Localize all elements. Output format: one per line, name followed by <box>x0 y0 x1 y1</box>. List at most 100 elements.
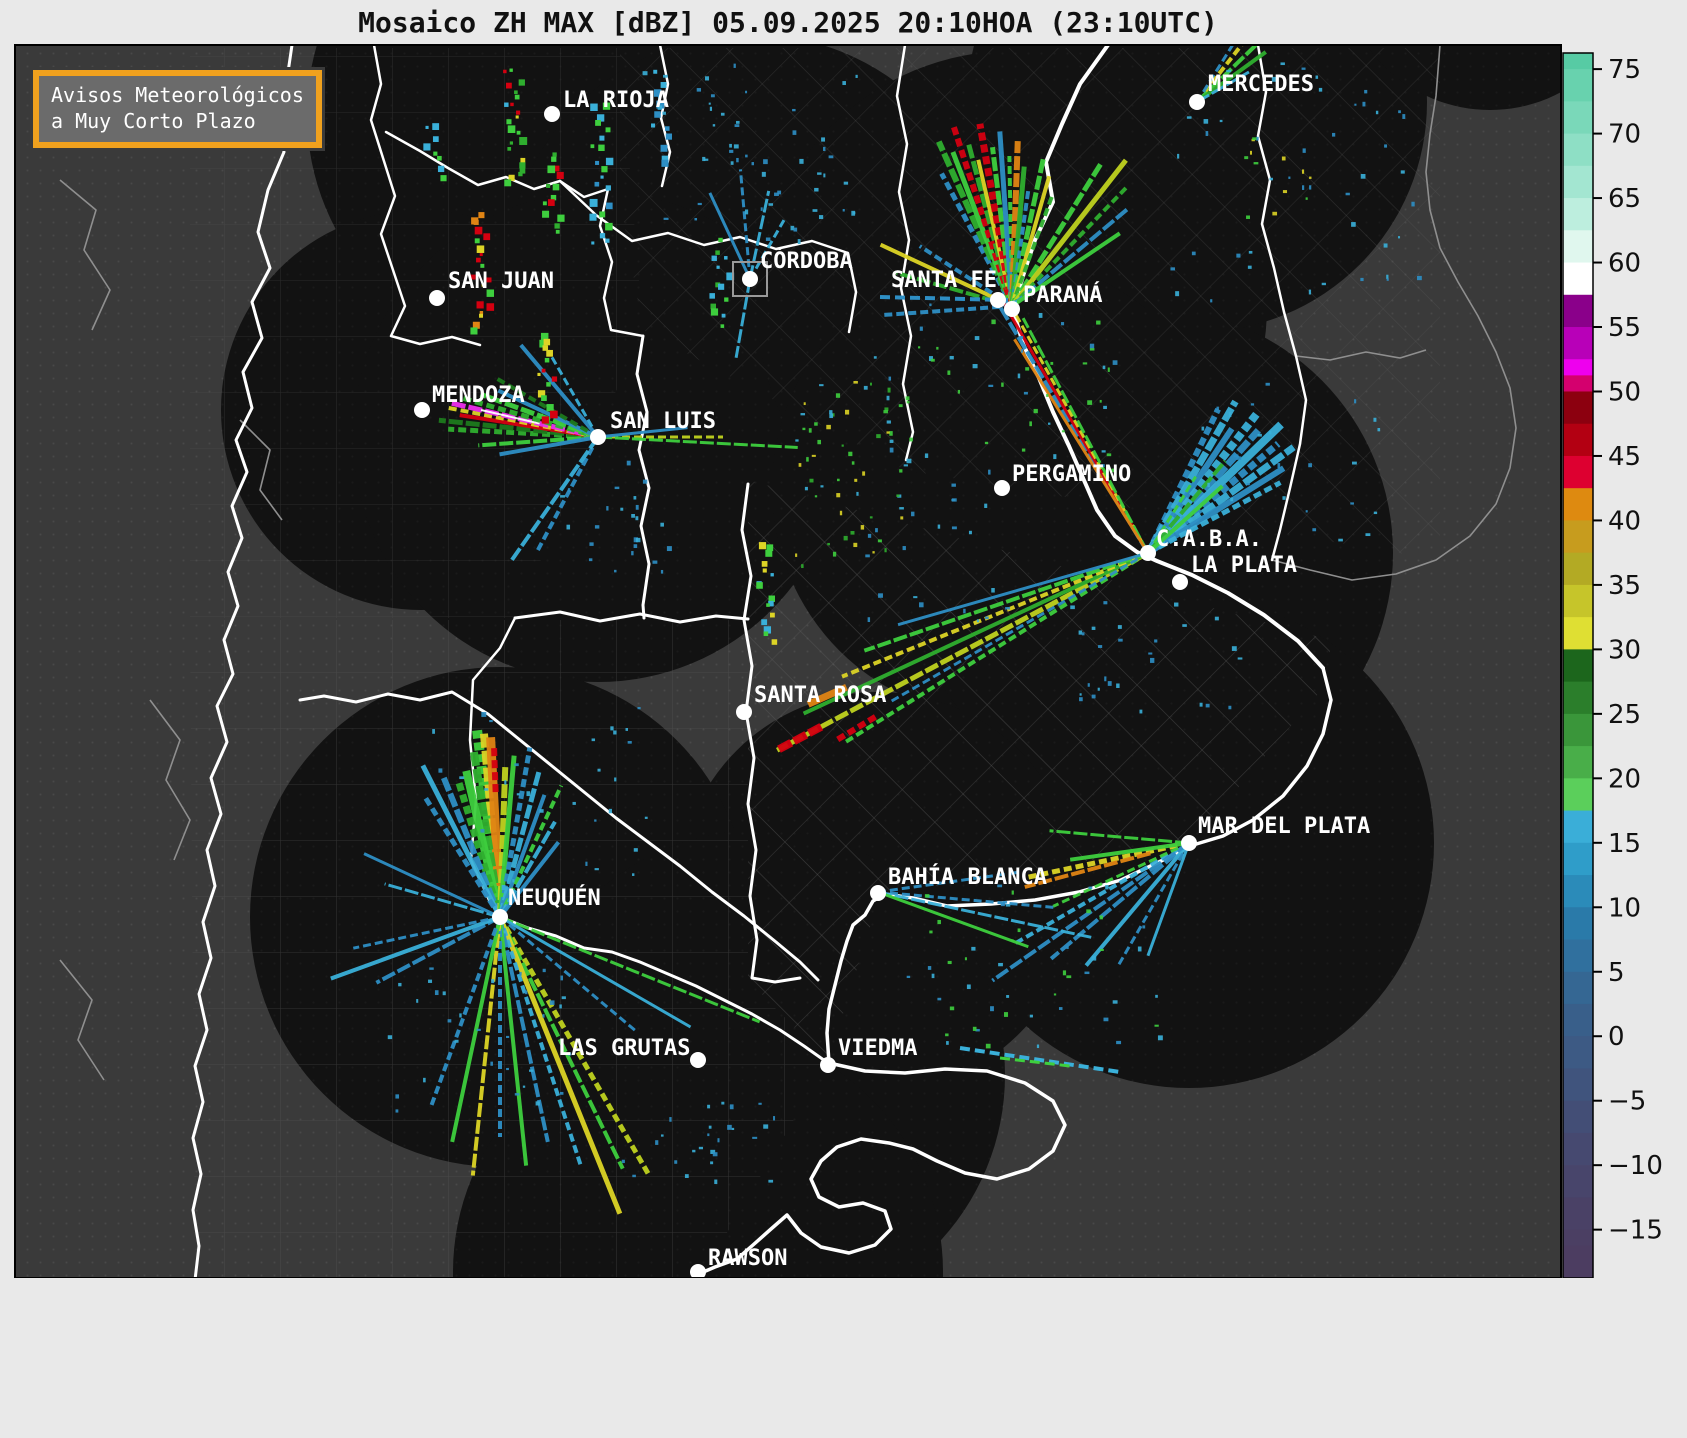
radar-speck <box>709 1126 712 1129</box>
radar-speck <box>836 493 840 497</box>
colorbar-segment <box>1563 649 1593 682</box>
colorbar-tick-label: 20 <box>1608 764 1641 794</box>
colorbar-segment <box>1563 1165 1593 1198</box>
radar-speck <box>819 215 823 219</box>
storm-cell <box>545 358 550 363</box>
city-dot <box>492 909 508 925</box>
radar-speck <box>990 1006 994 1011</box>
storm-cell <box>556 230 560 234</box>
radar-speck <box>937 998 941 1001</box>
city-dot <box>994 480 1010 496</box>
radar-speck <box>1365 533 1370 536</box>
colorbar-segment <box>1563 1068 1593 1101</box>
radar-speck <box>1283 190 1287 193</box>
radar-speck <box>1384 144 1387 147</box>
radar-speck <box>655 1140 658 1145</box>
radar-speck <box>1030 1015 1033 1018</box>
radar-speck <box>900 516 903 519</box>
storm-cell <box>557 172 564 179</box>
radar-speck <box>388 1035 392 1039</box>
radar-speck <box>506 1068 509 1070</box>
storm-cell <box>651 123 655 127</box>
city-dot <box>1004 301 1020 317</box>
radar-speck <box>1021 349 1023 353</box>
radar-speck <box>903 546 906 550</box>
radar-speck <box>589 558 592 561</box>
radar-speck <box>1100 400 1102 403</box>
radar-speck <box>1048 423 1050 425</box>
storm-cell <box>595 182 600 187</box>
radar-speck <box>734 64 736 68</box>
radar-speck <box>1248 266 1252 269</box>
radar-speck <box>1270 178 1273 181</box>
radar-speck <box>1361 174 1366 179</box>
storm-cell <box>483 233 490 240</box>
radar-speck <box>416 999 418 1003</box>
radar-speck <box>1258 434 1262 437</box>
radar-speck <box>490 1062 493 1066</box>
radar-speck <box>984 504 987 508</box>
radar-speck <box>948 961 952 964</box>
city-label: SANTA FE <box>891 268 997 293</box>
radar-speck <box>951 484 955 487</box>
radar-speck <box>713 124 715 126</box>
radar-speck <box>523 1086 525 1088</box>
city-label: BAHÍA BLANCA <box>888 864 1047 890</box>
radar-speck <box>598 769 601 772</box>
storm-cell <box>480 253 483 256</box>
radar-speck <box>1103 366 1106 369</box>
radar-speck <box>870 383 872 386</box>
radar-speck <box>977 619 979 622</box>
colorbar-tick-label: 15 <box>1608 829 1641 859</box>
radar-speck <box>730 1104 734 1109</box>
radar-speck <box>853 212 855 215</box>
storm-cell <box>764 631 769 636</box>
radar-speck <box>550 1000 555 1005</box>
radar-speck <box>1250 151 1252 155</box>
radar-speck <box>1182 624 1187 627</box>
radar-speck <box>1246 215 1250 218</box>
radar-speck <box>568 488 570 492</box>
colorbar-tick-label: 60 <box>1608 249 1641 279</box>
storm-cell <box>589 214 596 221</box>
storm-cell <box>605 239 609 243</box>
radar-speck <box>853 381 857 384</box>
radar-speck <box>920 327 923 331</box>
radar-speck <box>890 440 894 443</box>
radar-speck <box>1105 885 1108 889</box>
radar-speck <box>1004 1012 1008 1017</box>
radar-speck <box>1108 681 1112 686</box>
radar-speck <box>1025 367 1029 370</box>
storm-cell <box>722 314 726 318</box>
radar-speck <box>1018 928 1021 932</box>
radar-speck <box>1398 110 1401 113</box>
radar-speck <box>991 320 995 325</box>
radar-speck <box>1354 399 1356 403</box>
radar-speck <box>945 1033 948 1036</box>
radar-speck <box>777 191 781 195</box>
radar-speck <box>890 448 894 453</box>
radar-speck <box>1019 336 1023 339</box>
radar-speck <box>805 487 808 490</box>
radar-speck <box>585 862 587 866</box>
radar-speck <box>702 157 705 161</box>
radar-speck <box>727 1125 732 1130</box>
radar-speck <box>1402 114 1405 119</box>
radar-speck <box>1238 657 1243 659</box>
radar-speck <box>1202 427 1205 431</box>
colorbar-tick-label: 5 <box>1608 958 1625 988</box>
radar-speck <box>1229 412 1232 417</box>
radar-speck <box>1103 1018 1108 1022</box>
radar-speck <box>1256 137 1259 141</box>
radar-speck <box>929 303 931 306</box>
colorbar-segment <box>1563 1197 1593 1230</box>
radar-speck <box>1302 68 1306 70</box>
radar-speck <box>1063 970 1066 975</box>
radar-speck <box>889 377 891 381</box>
city-dot <box>742 271 758 287</box>
radar-speck <box>560 495 565 498</box>
storm-cell <box>606 127 611 132</box>
storm-cell <box>665 126 670 131</box>
radar-speck <box>1090 344 1094 349</box>
radar-speck <box>1104 676 1106 681</box>
